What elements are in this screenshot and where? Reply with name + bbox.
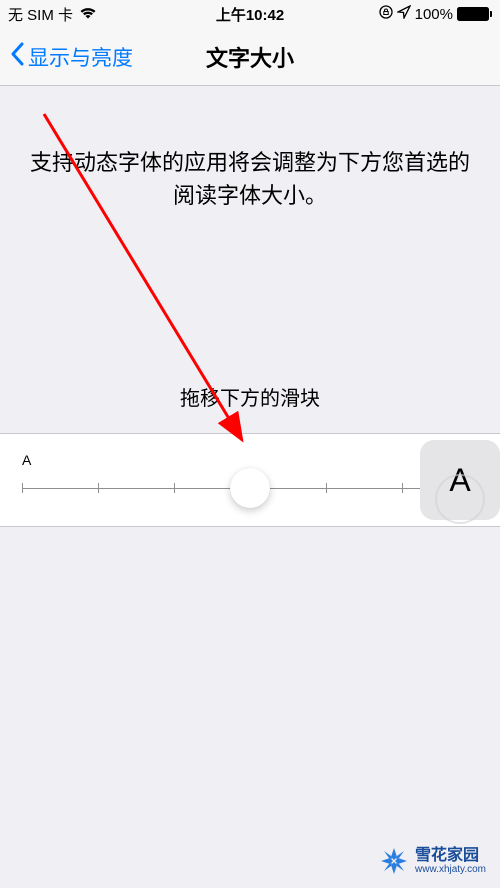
small-a-label: A <box>22 452 31 468</box>
chevron-left-icon <box>10 42 24 72</box>
description-text: 支持动态字体的应用将会调整为下方您首选的阅读字体大小。 <box>26 146 474 212</box>
navigation-bar: 显示与亮度 文字大小 <box>0 28 500 86</box>
text-size-slider-container: A A <box>0 433 500 527</box>
assistive-touch-button[interactable]: A <box>420 440 500 520</box>
back-label: 显示与亮度 <box>28 42 133 72</box>
watermark-name: 雪花家园 <box>415 847 486 865</box>
text-size-slider[interactable] <box>22 488 478 489</box>
watermark-url: www.xhjaty.com <box>415 864 486 875</box>
status-right: 100% <box>379 5 492 23</box>
orientation-lock-icon <box>379 5 393 23</box>
back-button[interactable]: 显示与亮度 <box>10 42 133 72</box>
status-bar: 无 SIM 卡 上午10:42 100% <box>0 0 500 28</box>
slider-track <box>22 488 478 489</box>
watermark: 雪花家园 www.xhjaty.com <box>379 846 486 876</box>
slider-thumb[interactable] <box>230 468 270 508</box>
battery-icon <box>457 7 492 21</box>
content-area: 支持动态字体的应用将会调整为下方您首选的阅读字体大小。 <box>0 86 500 212</box>
slider-instruction: 拖移下方的滑块 <box>0 382 500 411</box>
location-icon <box>397 5 411 23</box>
snowflake-logo-icon <box>379 846 409 876</box>
status-left: 无 SIM 卡 <box>8 4 97 25</box>
carrier-text: 无 SIM 卡 <box>8 4 73 25</box>
page-title: 文字大小 <box>206 41 294 73</box>
battery-percent: 100% <box>415 6 453 23</box>
wifi-icon <box>79 6 97 23</box>
status-time: 上午10:42 <box>216 4 284 25</box>
